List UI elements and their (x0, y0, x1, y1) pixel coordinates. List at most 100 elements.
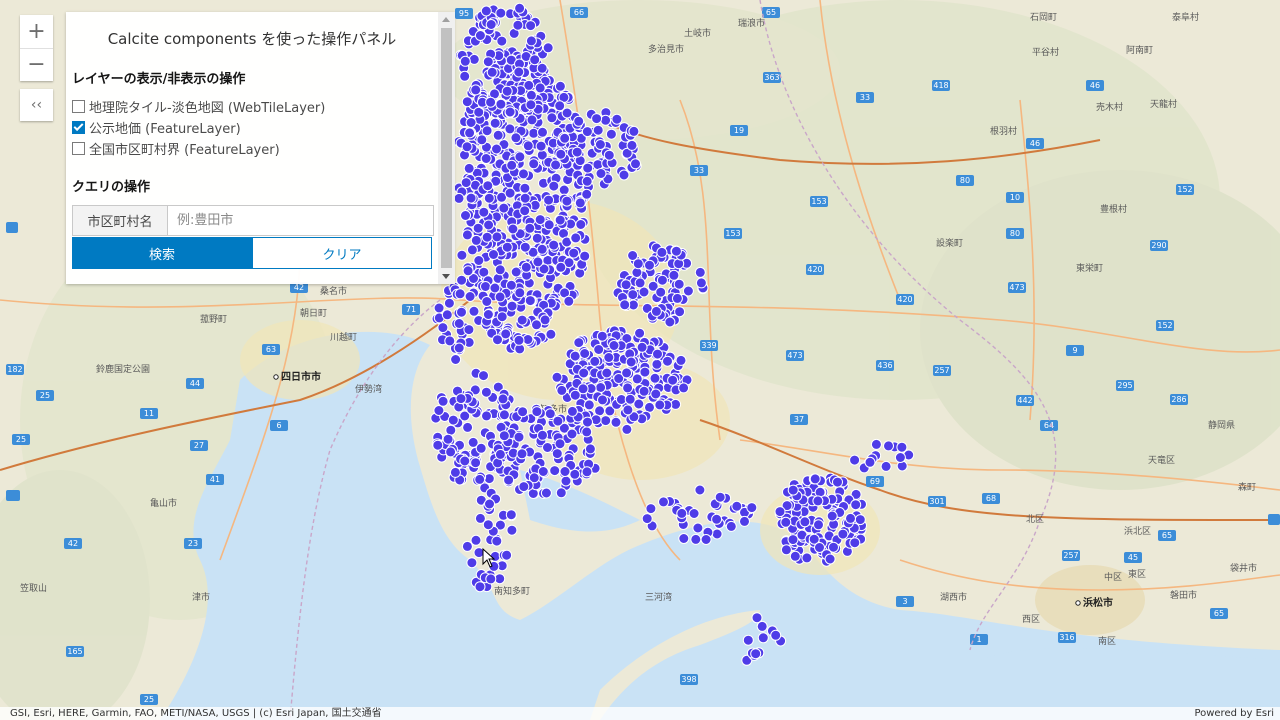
land-price-point[interactable] (543, 219, 555, 231)
land-price-point[interactable] (489, 117, 501, 129)
land-price-point[interactable] (494, 264, 506, 276)
land-price-point[interactable] (492, 334, 503, 346)
land-price-point[interactable] (636, 341, 648, 353)
land-price-point[interactable] (519, 182, 531, 194)
land-price-point[interactable] (574, 267, 586, 279)
land-price-point[interactable] (480, 281, 491, 292)
land-price-point[interactable] (459, 55, 471, 67)
land-price-point[interactable] (504, 123, 516, 135)
land-price-point[interactable] (445, 424, 457, 436)
land-price-point[interactable] (583, 399, 595, 411)
land-price-point[interactable] (813, 519, 824, 531)
land-price-point[interactable] (475, 442, 487, 454)
land-price-point[interactable] (504, 106, 516, 118)
land-price-point[interactable] (552, 415, 564, 427)
land-price-point[interactable] (581, 426, 593, 438)
land-price-point[interactable] (543, 194, 555, 206)
land-price-point[interactable] (560, 475, 572, 487)
land-price-point[interactable] (481, 231, 493, 243)
land-price-point[interactable] (656, 274, 668, 286)
land-price-point[interactable] (445, 446, 457, 458)
land-price-point[interactable] (573, 337, 585, 349)
land-price-point[interactable] (688, 508, 700, 519)
land-price-point[interactable] (506, 159, 518, 171)
land-price-point[interactable] (462, 421, 474, 433)
layer-toggle-municipal-boundary[interactable]: 全国市区町村界 (FeatureLayer) (72, 138, 280, 158)
land-price-point[interactable] (551, 448, 563, 460)
land-price-point[interactable] (537, 126, 548, 138)
land-price-point[interactable] (600, 114, 612, 126)
land-price-point[interactable] (711, 528, 723, 540)
land-price-point[interactable] (581, 175, 593, 187)
land-price-point[interactable] (483, 192, 495, 204)
land-price-point[interactable] (526, 114, 538, 126)
land-price-point[interactable] (525, 20, 537, 32)
land-price-point[interactable] (491, 535, 503, 547)
land-price-point[interactable] (449, 466, 461, 478)
land-price-point[interactable] (611, 113, 623, 125)
land-price-point[interactable] (619, 299, 631, 311)
land-price-point[interactable] (535, 140, 547, 152)
land-price-point[interactable] (554, 438, 566, 450)
land-price-point[interactable] (536, 62, 548, 74)
land-price-point[interactable] (486, 66, 498, 78)
land-price-point[interactable] (575, 219, 587, 230)
land-price-point[interactable] (481, 410, 492, 422)
land-price-point[interactable] (644, 259, 655, 271)
land-price-point[interactable] (651, 358, 663, 370)
land-price-point[interactable] (850, 499, 862, 511)
land-price-point[interactable] (510, 266, 522, 278)
powered-by-text[interactable]: Powered by Esri (1194, 707, 1274, 720)
land-price-point[interactable] (673, 278, 685, 290)
land-price-point[interactable] (692, 522, 704, 534)
land-price-point[interactable] (519, 192, 531, 204)
land-price-point[interactable] (524, 295, 536, 307)
land-price-point[interactable] (603, 352, 615, 363)
land-price-point[interactable] (694, 484, 706, 496)
land-price-point[interactable] (656, 246, 668, 258)
land-price-point[interactable] (595, 168, 607, 179)
land-price-point[interactable] (555, 261, 567, 273)
land-price-point[interactable] (443, 297, 455, 309)
land-price-point[interactable] (460, 177, 472, 189)
land-price-point[interactable] (453, 192, 465, 204)
layer-checkbox-municipal-boundary[interactable] (72, 141, 85, 155)
land-price-point[interactable] (711, 513, 723, 525)
land-price-point[interactable] (676, 507, 688, 519)
attribution-text[interactable]: GSI, Esri, HERE, Garmin, FAO, METI/NASA,… (10, 707, 382, 720)
collapse-panel-button[interactable]: ‹‹ (20, 89, 53, 121)
land-price-point[interactable] (725, 520, 737, 532)
land-price-point[interactable] (592, 124, 604, 136)
land-price-point[interactable] (484, 498, 495, 510)
land-price-point[interactable] (654, 399, 666, 411)
land-price-point[interactable] (814, 542, 825, 553)
land-price-point[interactable] (480, 153, 492, 164)
land-price-point[interactable] (664, 316, 676, 328)
layer-checkbox-webtile[interactable] (72, 99, 85, 113)
land-price-point[interactable] (489, 282, 501, 294)
land-price-point[interactable] (505, 509, 517, 521)
land-price-point[interactable] (546, 112, 558, 124)
land-price-point[interactable] (478, 206, 490, 218)
land-price-point[interactable] (476, 134, 488, 146)
land-price-point[interactable] (461, 229, 473, 241)
land-price-point[interactable] (739, 515, 750, 527)
land-price-point[interactable] (468, 305, 480, 317)
land-price-point[interactable] (849, 454, 861, 466)
land-price-point[interactable] (579, 250, 591, 262)
land-price-point[interactable] (554, 100, 566, 112)
zoom-in-button[interactable]: + (20, 15, 53, 48)
land-price-point[interactable] (621, 367, 633, 379)
land-price-point[interactable] (570, 232, 582, 244)
land-price-point[interactable] (622, 382, 634, 394)
land-price-point[interactable] (742, 634, 754, 646)
land-price-point[interactable] (496, 35, 508, 47)
land-price-point[interactable] (770, 629, 782, 641)
land-price-point[interactable] (670, 245, 682, 257)
land-price-point[interactable] (750, 648, 762, 660)
land-price-point[interactable] (539, 314, 551, 326)
land-price-point[interactable] (482, 309, 494, 320)
land-price-point[interactable] (485, 573, 497, 585)
land-price-point[interactable] (548, 180, 560, 192)
land-price-point[interactable] (864, 456, 876, 468)
